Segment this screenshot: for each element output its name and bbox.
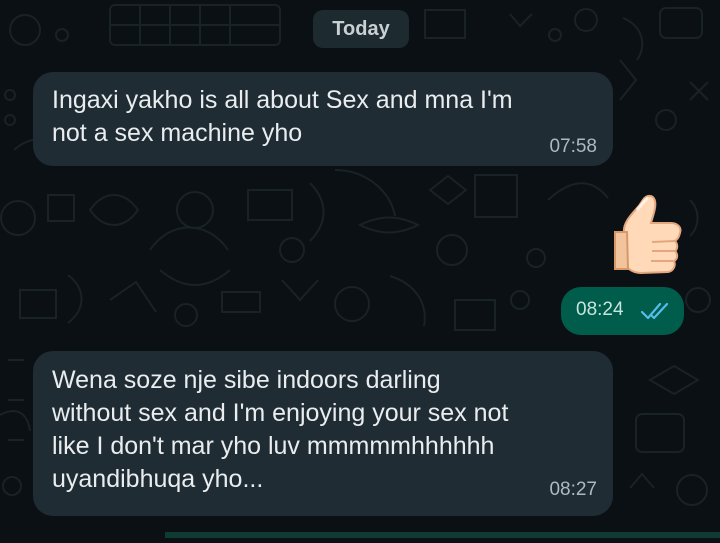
chat-area[interactable]: Today Ingaxi yakho is all about Sex and … [0, 0, 720, 538]
incoming-message-bubble[interactable]: Wena soze nje sibe indoors darling witho… [33, 351, 613, 516]
message-timestamp: 07:58 [549, 136, 597, 157]
thumbs-up-icon[interactable] [607, 193, 687, 275]
outgoing-message-bubble[interactable]: 08:24 [561, 287, 684, 335]
partial-outgoing-bubble [165, 532, 720, 538]
message-text: Ingaxi yakho is all about Sex and mna I'… [52, 86, 513, 147]
message-timestamp: 08:27 [549, 479, 597, 500]
message-timestamp: 08:24 [576, 299, 624, 320]
date-separator-label: Today [332, 17, 390, 40]
message-text: Wena soze nje sibe indoors darling witho… [52, 366, 509, 493]
incoming-message-bubble[interactable]: Ingaxi yakho is all about Sex and mna I'… [33, 72, 613, 166]
read-ticks-icon [640, 302, 669, 320]
date-separator: Today [313, 10, 409, 48]
